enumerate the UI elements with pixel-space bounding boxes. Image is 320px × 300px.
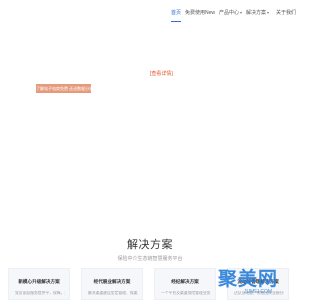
- solution-card[interactable]: 新模心升级解决方案 党员家庭服务提供平，保障，分: [8, 268, 70, 300]
- nav-item-home[interactable]: 首页: [171, 9, 182, 22]
- solution-card[interactable]: 经纪解决方案 一个平台及渠道保险管理业务，精: [154, 268, 216, 300]
- nav-item-solutions[interactable]: 解决方案▾: [246, 9, 269, 17]
- nav-item-products[interactable]: 产品中心▾: [219, 9, 242, 17]
- nav-item-free-trial[interactable]: 免费使用New: [185, 9, 215, 17]
- promo-banner[interactable]: 了解电子电商免费 还送数据分析: [36, 84, 91, 93]
- top-navigation: 首页 免费使用New 产品中心▾ 解决方案▾ 关于我们: [0, 0, 300, 30]
- solutions-section-subtitle: 保险中介生态链智慧服务平台: [117, 256, 183, 262]
- view-details-link[interactable]: [查看详情]: [150, 70, 173, 77]
- nav-item-solutions-label: 解决方案: [246, 10, 267, 16]
- solution-card-description: 党员家庭服务提供平，保障，分: [15, 291, 65, 295]
- chevron-down-icon: ▾: [267, 10, 270, 15]
- solution-card-title: 经纪解决方案: [171, 279, 199, 284]
- nav-item-about[interactable]: 关于我们: [276, 9, 296, 17]
- solution-card[interactable]: 经代展业解决方案 解决渠道建设型定管理、保渠道: [81, 268, 143, 300]
- solution-card-description: 一个平台及渠道保险管理业务，精: [161, 291, 211, 295]
- watermark-url: JUMEI.COM: [244, 289, 273, 295]
- solutions-section-title: 解决方案: [127, 239, 173, 251]
- solution-card-title: 新模心升级解决方案: [18, 279, 60, 284]
- watermark-logo-text: 聚美网: [218, 269, 279, 290]
- nav-item-products-label: 产品中心: [219, 10, 240, 16]
- chevron-down-icon: ▾: [240, 10, 243, 15]
- solution-card-description: 解决渠道建设型定管理、保渠道: [88, 291, 138, 295]
- watermark-logo: 聚美网 JUMEI.COM: [210, 262, 300, 300]
- solution-card-title: 经代展业解决方案: [93, 279, 131, 284]
